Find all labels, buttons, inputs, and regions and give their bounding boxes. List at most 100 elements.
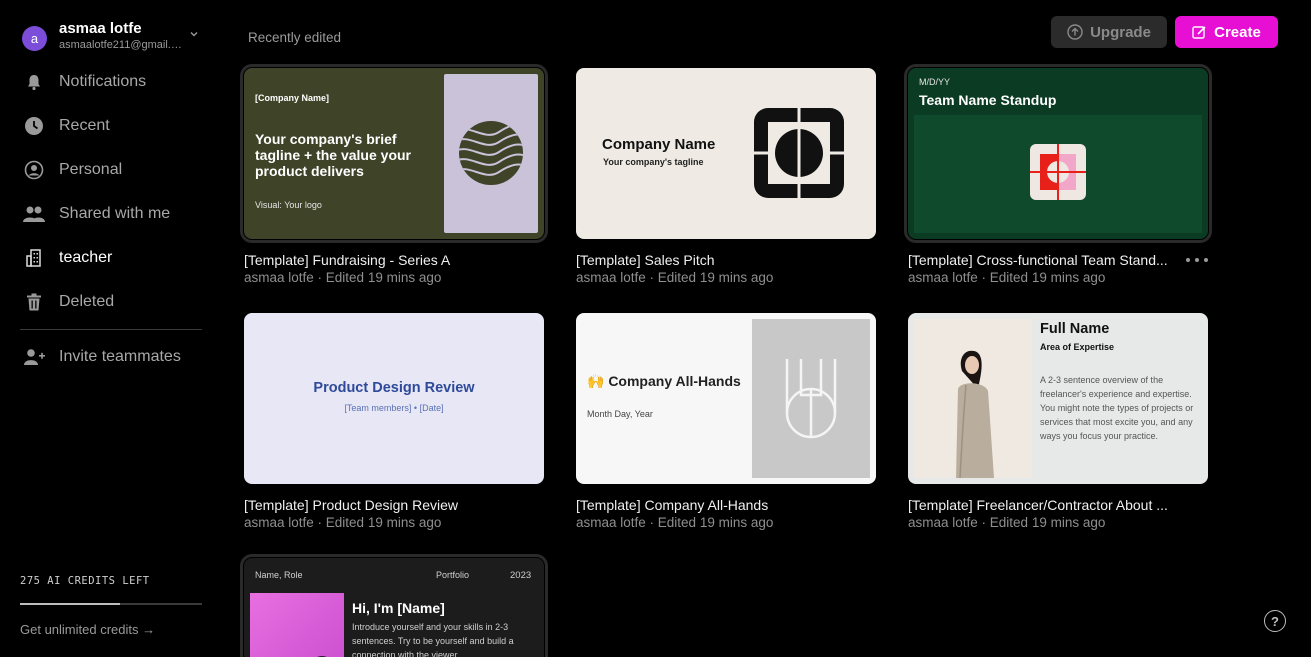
thumb-bio: A 2-3 sentence overview of the freelance… bbox=[1040, 375, 1194, 441]
create-label: Create bbox=[1214, 23, 1261, 41]
sidebar-item-notifications[interactable]: Notifications bbox=[22, 60, 202, 104]
person-illustration bbox=[956, 350, 994, 479]
account-name: asmaa lotfe bbox=[59, 20, 142, 37]
help-button[interactable]: ? bbox=[1264, 610, 1286, 632]
thumb-year: 2023 bbox=[510, 570, 532, 581]
card-meta: asmaa lotfe · Edited 19 mins ago bbox=[908, 270, 1106, 285]
doc-card-sales-pitch[interactable]: Company Name Your company's tagline [Tem… bbox=[576, 68, 876, 285]
ai-credits-label: 275 AI CREDITS LEFT bbox=[20, 575, 150, 587]
card-thumbnail[interactable]: M/D/YY Team Name Standup bbox=[904, 64, 1212, 243]
invite-label: Invite teammates bbox=[59, 348, 181, 365]
thumb-logo-panel bbox=[444, 74, 538, 233]
card-title: [Template] Freelancer/Contractor About .… bbox=[908, 497, 1168, 513]
thumb-logo-panel bbox=[752, 319, 870, 478]
doc-card-fundraising[interactable]: [Company Name] Your company's brief tagl… bbox=[240, 64, 548, 285]
thumb-portrait-photo bbox=[250, 593, 344, 657]
thumb-tagline: Your company's brief tagline + the value… bbox=[255, 131, 411, 179]
credits-progress-fill bbox=[20, 603, 121, 605]
card-title: [Template] Fundraising - Series A bbox=[244, 252, 451, 268]
thumb-greeting: Hi, I'm [Name] bbox=[352, 600, 445, 616]
thumb-name-role: Name, Role bbox=[255, 570, 303, 580]
thumb-portfolio: Portfolio bbox=[436, 570, 470, 580]
unlimited-label: Get unlimited credits bbox=[20, 622, 139, 637]
help-icon: ? bbox=[1271, 613, 1279, 629]
bell-icon bbox=[22, 70, 46, 94]
account-switcher[interactable]: a asmaa lotfe asmaalotfe211@gmail.c... bbox=[22, 20, 207, 56]
invite-teammates-button[interactable]: Invite teammates bbox=[22, 335, 202, 379]
upgrade-button[interactable]: Upgrade bbox=[1051, 16, 1167, 48]
thumb-date: Month Day, Year bbox=[587, 409, 653, 419]
user-plus-icon bbox=[22, 345, 46, 369]
section-title: Recently edited bbox=[248, 30, 342, 45]
sidebar-item-label: teacher bbox=[59, 249, 113, 266]
sidebar-divider bbox=[20, 329, 202, 330]
thumb-intro: Introduce yourself and your skills in 2-… bbox=[352, 622, 514, 657]
card-meta: asmaa lotfe · Edited 19 mins ago bbox=[908, 515, 1106, 530]
sidebar-item-shared[interactable]: Shared with me bbox=[22, 192, 202, 236]
more-options-icon[interactable] bbox=[1186, 254, 1208, 266]
card-title: [Template] Company All-Hands bbox=[576, 497, 769, 513]
card-meta: asmaa lotfe · Edited 19 mins ago bbox=[244, 515, 442, 530]
card-meta: asmaa lotfe · Edited 19 mins ago bbox=[576, 515, 774, 530]
upgrade-label: Upgrade bbox=[1090, 23, 1151, 41]
get-unlimited-credits-link[interactable]: Get unlimited credits → bbox=[20, 622, 155, 637]
sidebar-item-label: Notifications bbox=[59, 73, 147, 90]
thumb-tagline: Your company's tagline bbox=[603, 157, 704, 167]
standup-logo-icon bbox=[1030, 144, 1086, 200]
sidebar: a asmaa lotfe asmaalotfe211@gmail.c... N… bbox=[0, 0, 222, 657]
doc-card-product-design-review[interactable]: Product Design Review [Team members] • [… bbox=[244, 313, 544, 530]
users-icon bbox=[22, 202, 46, 226]
create-button[interactable]: Create bbox=[1175, 16, 1278, 48]
thumb-subtitle: [Team members] • [Date] bbox=[344, 403, 444, 413]
card-thumbnail[interactable]: Product Design Review [Team members] • [… bbox=[244, 313, 544, 484]
doc-card-freelancer-about[interactable]: Full Name Area of Expertise A 2-3 senten… bbox=[908, 313, 1208, 530]
thumb-visual-note: Visual: Your logo bbox=[255, 200, 322, 210]
card-title: [Template] Sales Pitch bbox=[576, 252, 715, 268]
card-title: [Template] Product Design Review bbox=[244, 497, 458, 513]
thumb-company: [Company Name] bbox=[255, 93, 330, 103]
sidebar-item-label: Recent bbox=[59, 117, 110, 134]
thumb-title: Product Design Review bbox=[313, 380, 475, 396]
trash-icon bbox=[22, 290, 46, 314]
doc-card-company-all-hands[interactable]: 🙌 Company All-Hands Month Day, Year [Tem… bbox=[576, 313, 876, 530]
building-icon bbox=[22, 246, 46, 270]
sidebar-nav: Notifications Recent Personal Shared wit… bbox=[22, 60, 202, 324]
user-circle-icon bbox=[22, 158, 46, 182]
chevron-down-icon bbox=[190, 32, 198, 37]
sidebar-item-recent[interactable]: Recent bbox=[22, 104, 202, 148]
edit-icon bbox=[1192, 25, 1206, 39]
card-thumbnail[interactable]: Company Name Your company's tagline bbox=[576, 68, 876, 239]
card-thumbnail[interactable]: 🙌 Company All-Hands Month Day, Year bbox=[576, 313, 876, 484]
account-email: asmaalotfe211@gmail.c... bbox=[59, 39, 184, 51]
card-meta: asmaa lotfe · Edited 19 mins ago bbox=[576, 270, 774, 285]
doc-card-portfolio[interactable]: Name, Role Portfolio 2023 Hi, I'm [Name]… bbox=[240, 554, 548, 657]
thumb-company: Company Name bbox=[602, 136, 716, 153]
thumb-name: Full Name bbox=[1040, 321, 1110, 337]
sidebar-item-label: Shared with me bbox=[59, 205, 171, 222]
sidebar-item-label: Personal bbox=[59, 161, 123, 178]
block-logo-icon bbox=[754, 108, 844, 198]
sidebar-item-label: Deleted bbox=[59, 293, 115, 310]
thumb-portrait-photo bbox=[914, 319, 1032, 479]
thumb-date: M/D/YY bbox=[919, 77, 951, 87]
thumb-expertise: Area of Expertise bbox=[1040, 342, 1115, 352]
sidebar-item-deleted[interactable]: Deleted bbox=[22, 280, 202, 324]
card-title: [Template] Cross-functional Team Stand..… bbox=[908, 252, 1168, 268]
upgrade-arrow-icon bbox=[1067, 24, 1083, 40]
arrow-right-icon: → bbox=[142, 622, 156, 637]
thumb-title: 🙌 Company All-Hands bbox=[587, 373, 741, 389]
card-thumbnail[interactable]: Name, Role Portfolio 2023 Hi, I'm [Name]… bbox=[240, 554, 548, 657]
person-illustration bbox=[317, 656, 327, 657]
avatar: a bbox=[22, 26, 47, 51]
sidebar-item-teacher[interactable]: teacher bbox=[22, 236, 202, 280]
sidebar-item-personal[interactable]: Personal bbox=[22, 148, 202, 192]
card-thumbnail[interactable]: Full Name Area of Expertise A 2-3 senten… bbox=[908, 313, 1208, 484]
thumb-title: Team Name Standup bbox=[919, 92, 1057, 108]
doc-card-team-standup[interactable]: M/D/YY Team Name Standup [Template] Cros… bbox=[904, 64, 1212, 285]
credits-progress-bar bbox=[20, 603, 202, 605]
card-meta: asmaa lotfe · Edited 19 mins ago bbox=[244, 270, 442, 285]
clock-icon bbox=[22, 114, 46, 138]
card-thumbnail[interactable]: [Company Name] Your company's brief tagl… bbox=[240, 64, 548, 243]
thumb-inner-panel bbox=[914, 115, 1202, 233]
arch-logo-icon bbox=[785, 359, 837, 439]
